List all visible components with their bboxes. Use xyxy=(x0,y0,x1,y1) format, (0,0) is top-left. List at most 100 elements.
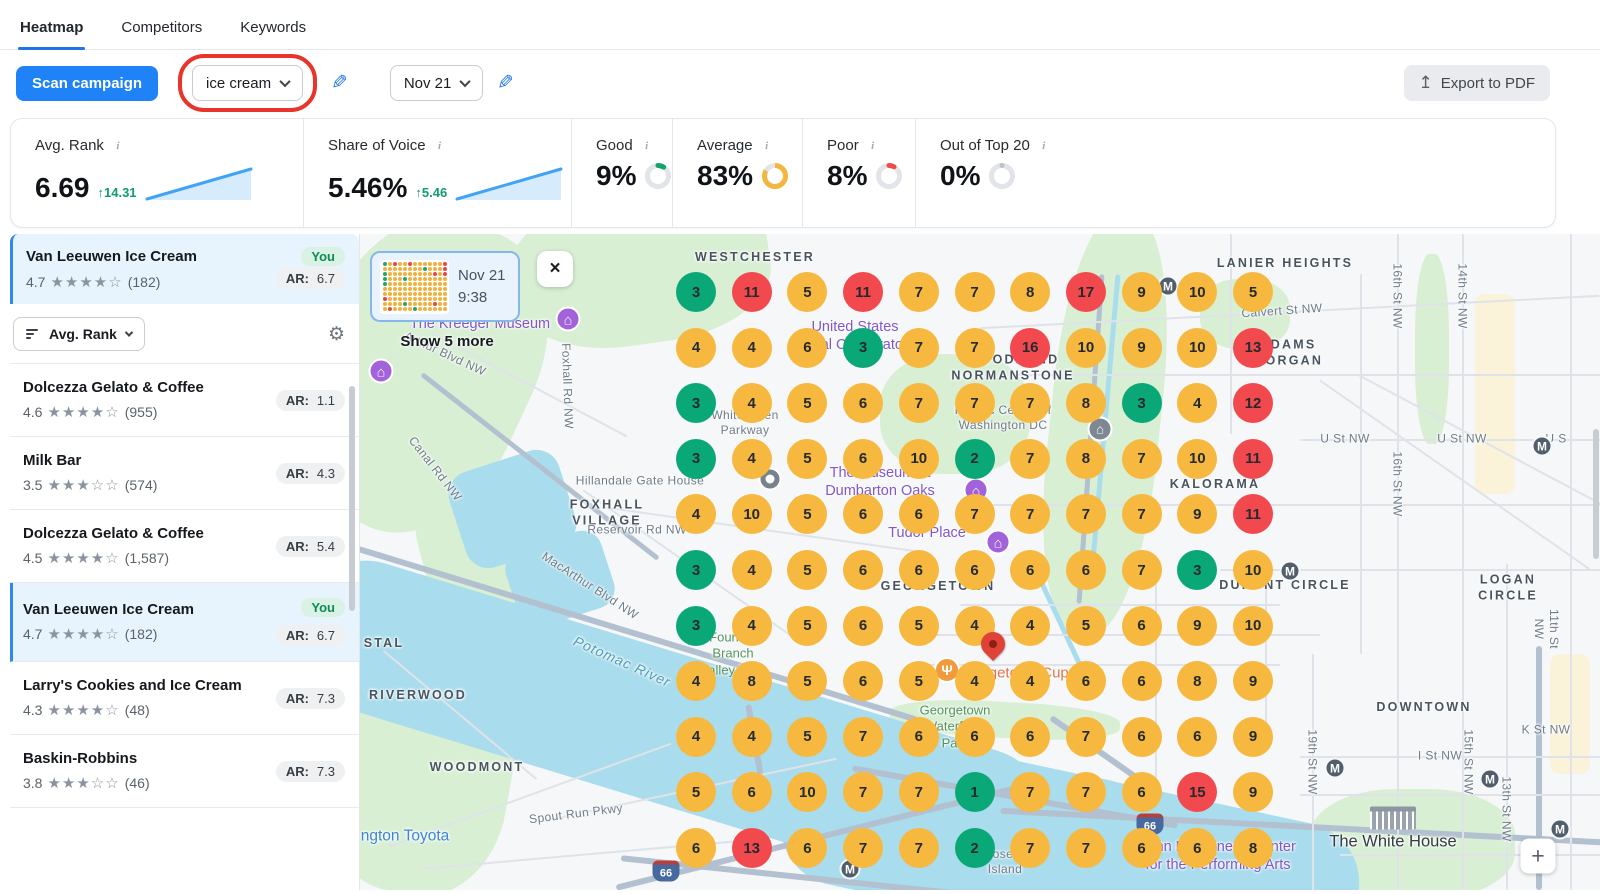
heatmap-rank-dot[interactable]: 11 xyxy=(1233,494,1273,534)
heatmap-rank-dot[interactable]: 13 xyxy=(732,828,772,868)
competitor-row[interactable]: Larry's Cookies and Ice Cream 4.3 ★★★★☆ … xyxy=(10,662,359,735)
heatmap-rank-dot[interactable]: 4 xyxy=(955,661,995,701)
competitor-row[interactable]: Dolcezza Gelato & Coffee 4.6 ★★★★☆ (955)… xyxy=(10,364,359,437)
heatmap-rank-dot[interactable]: 6 xyxy=(899,494,939,534)
heatmap-rank-dot[interactable]: 7 xyxy=(1010,439,1050,479)
info-icon[interactable]: i xyxy=(111,139,125,153)
heatmap-rank-dot[interactable]: 5 xyxy=(676,772,716,812)
heatmap-rank-dot[interactable]: 5 xyxy=(787,272,827,312)
tab-keywords[interactable]: Keywords xyxy=(238,5,308,49)
heatmap-rank-dot[interactable]: 5 xyxy=(787,439,827,479)
heatmap-rank-dot[interactable]: 7 xyxy=(843,717,883,757)
heatmap-rank-dot[interactable]: 7 xyxy=(1122,550,1162,590)
heatmap-rank-dot[interactable]: 4 xyxy=(1177,383,1217,423)
heatmap-rank-dot[interactable]: 6 xyxy=(843,494,883,534)
heatmap-rank-dot[interactable]: 4 xyxy=(1010,606,1050,646)
heatmap-rank-dot[interactable]: 7 xyxy=(955,494,995,534)
heatmap-rank-dot[interactable]: 7 xyxy=(955,328,995,368)
heatmap-rank-dot[interactable]: 8 xyxy=(1177,661,1217,701)
tab-heatmap[interactable]: Heatmap xyxy=(18,5,85,49)
heatmap-rank-dot[interactable]: 8 xyxy=(732,661,772,701)
heatmap-rank-dot[interactable]: 6 xyxy=(1122,828,1162,868)
close-icon[interactable]: × xyxy=(537,251,573,287)
heatmap-rank-dot[interactable]: 10 xyxy=(732,494,772,534)
heatmap-rank-dot[interactable]: 6 xyxy=(1177,717,1217,757)
heatmap-rank-dot[interactable]: 3 xyxy=(676,272,716,312)
heatmap-rank-dot[interactable]: 10 xyxy=(1233,550,1273,590)
heatmap-rank-dot[interactable]: 1 xyxy=(955,772,995,812)
heatmap-rank-dot[interactable]: 9 xyxy=(1177,606,1217,646)
competitor-row[interactable]: Dolcezza Gelato & Coffee 4.5 ★★★★☆ (1,58… xyxy=(10,510,359,583)
heatmap-rank-dot[interactable]: 6 xyxy=(843,661,883,701)
competitor-row[interactable]: Milk Bar 3.5 ★★★☆☆ (574) AR:4.3 xyxy=(10,437,359,510)
heatmap-rank-dot[interactable]: 4 xyxy=(1010,661,1050,701)
heatmap-rank-dot[interactable]: 5 xyxy=(899,661,939,701)
info-icon[interactable]: i xyxy=(640,139,654,153)
heatmap-rank-dot[interactable]: 6 xyxy=(1177,828,1217,868)
scan-date-card[interactable]: Nov 21 9:38 xyxy=(370,251,520,322)
heatmap-rank-dot[interactable]: 4 xyxy=(732,550,772,590)
sort-select[interactable]: Avg. Rank xyxy=(13,317,145,351)
heatmap-rank-dot[interactable]: 3 xyxy=(1177,550,1217,590)
tab-competitors[interactable]: Competitors xyxy=(119,5,204,49)
heatmap-rank-dot[interactable]: 13 xyxy=(1233,328,1273,368)
edit-date-icon[interactable]: ✎ xyxy=(497,73,514,93)
heatmap-rank-dot[interactable]: 7 xyxy=(899,772,939,812)
heatmap-rank-dot[interactable]: 5 xyxy=(787,661,827,701)
heatmap-rank-dot[interactable]: 3 xyxy=(1122,383,1162,423)
heatmap-rank-dot[interactable]: 9 xyxy=(1177,494,1217,534)
heatmap-rank-dot[interactable]: 2 xyxy=(955,828,995,868)
map-scrollbar[interactable] xyxy=(1593,429,1599,559)
heatmap-rank-dot[interactable]: 5 xyxy=(787,550,827,590)
heatmap-rank-dot[interactable]: 6 xyxy=(1010,717,1050,757)
heatmap-rank-dot[interactable]: 12 xyxy=(1233,383,1273,423)
heatmap-rank-dot[interactable]: 7 xyxy=(1122,439,1162,479)
heatmap-rank-dot[interactable]: 10 xyxy=(1177,272,1217,312)
heatmap-rank-dot[interactable]: 6 xyxy=(787,328,827,368)
heatmap-rank-dot[interactable]: 9 xyxy=(1122,272,1162,312)
heatmap-rank-dot[interactable]: 6 xyxy=(1122,717,1162,757)
heatmap-rank-dot[interactable]: 4 xyxy=(732,717,772,757)
heatmap-rank-dot[interactable]: 10 xyxy=(1233,606,1273,646)
heatmap-rank-dot[interactable]: 9 xyxy=(1233,661,1273,701)
heatmap-rank-dot[interactable]: 10 xyxy=(1177,439,1217,479)
heatmap-rank-dot[interactable]: 15 xyxy=(1177,772,1217,812)
date-select[interactable]: Nov 21 xyxy=(390,65,484,101)
info-icon[interactable]: i xyxy=(433,139,447,153)
heatmap-rank-dot[interactable]: 4 xyxy=(732,328,772,368)
heatmap-rank-dot[interactable]: 6 xyxy=(1010,550,1050,590)
info-icon[interactable]: i xyxy=(1037,139,1051,153)
heatmap-rank-dot[interactable]: 3 xyxy=(676,550,716,590)
heatmap-rank-dot[interactable]: 5 xyxy=(899,606,939,646)
heatmap-rank-dot[interactable]: 6 xyxy=(899,550,939,590)
heatmap-rank-dot[interactable]: 6 xyxy=(676,828,716,868)
heatmap-rank-dot[interactable]: 6 xyxy=(1122,772,1162,812)
heatmap-rank-dot[interactable]: 7 xyxy=(1010,772,1050,812)
heatmap-rank-dot[interactable]: 7 xyxy=(843,772,883,812)
heatmap-rank-dot[interactable]: 11 xyxy=(732,272,772,312)
heatmap-map[interactable]: WESTCHESTERLANIER HEIGHTSADAMS MORGANWOO… xyxy=(360,234,1600,890)
keyword-select[interactable]: ice cream xyxy=(192,65,303,101)
heatmap-rank-dot[interactable]: 7 xyxy=(1122,494,1162,534)
heatmap-rank-dot[interactable]: 6 xyxy=(843,439,883,479)
heatmap-rank-dot[interactable]: 6 xyxy=(955,717,995,757)
heatmap-rank-dot[interactable]: 7 xyxy=(899,383,939,423)
heatmap-rank-dot[interactable]: 8 xyxy=(1233,828,1273,868)
heatmap-rank-dot[interactable]: 5 xyxy=(1233,272,1273,312)
heatmap-rank-dot[interactable]: 10 xyxy=(1177,328,1217,368)
heatmap-rank-dot[interactable]: 9 xyxy=(1233,717,1273,757)
heatmap-rank-dot[interactable]: 6 xyxy=(1066,661,1106,701)
competitor-row[interactable]: Baskin-Robbins 3.8 ★★★☆☆ (46) AR:7.3 xyxy=(10,735,359,808)
heatmap-rank-dot[interactable]: 4 xyxy=(676,494,716,534)
heatmap-rank-dot[interactable]: 8 xyxy=(1066,439,1106,479)
heatmap-rank-dot[interactable]: 5 xyxy=(787,717,827,757)
heatmap-rank-dot[interactable]: 6 xyxy=(843,383,883,423)
heatmap-rank-dot[interactable]: 7 xyxy=(1010,828,1050,868)
heatmap-rank-dot[interactable]: 7 xyxy=(843,828,883,868)
heatmap-rank-dot[interactable]: 3 xyxy=(676,439,716,479)
heatmap-rank-dot[interactable]: 5 xyxy=(787,606,827,646)
heatmap-rank-dot[interactable]: 6 xyxy=(955,550,995,590)
info-icon[interactable]: i xyxy=(866,139,880,153)
heatmap-rank-dot[interactable]: 4 xyxy=(732,383,772,423)
heatmap-rank-dot[interactable]: 6 xyxy=(1122,606,1162,646)
